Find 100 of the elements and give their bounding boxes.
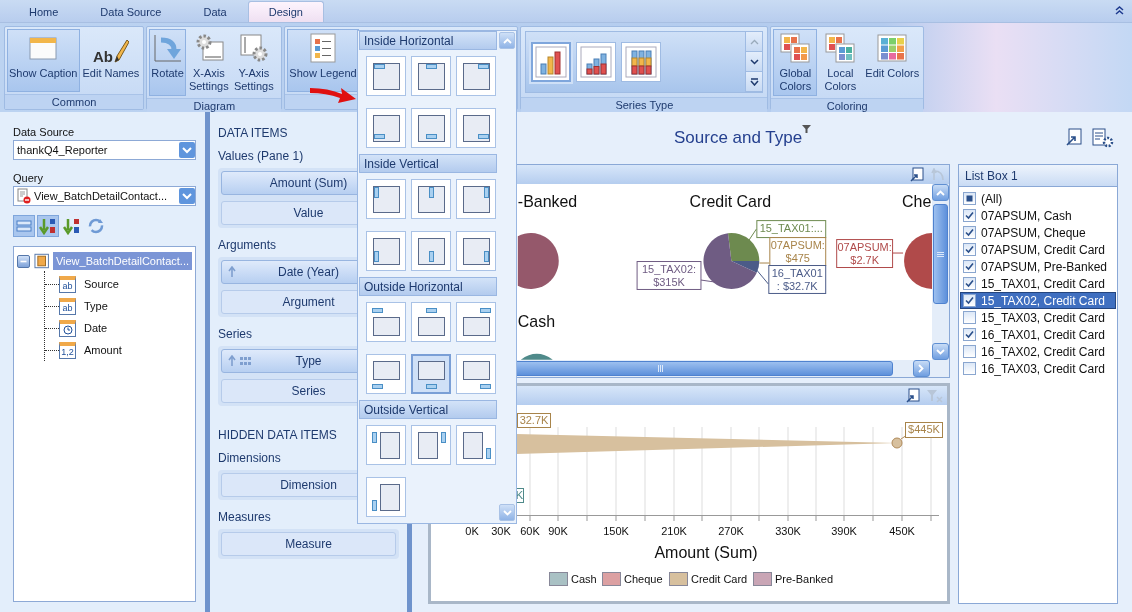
ribbon-tab[interactable]: Data [182,1,248,22]
scroll-up-button[interactable] [932,184,949,201]
settings-icon[interactable] [1092,128,1114,148]
query-select[interactable]: View_BatchDetailContact... [13,186,196,206]
ribbon-button[interactable]: Show Caption [7,29,80,92]
legend-position-icon [371,236,401,266]
checkbox[interactable] [963,192,976,205]
tree-item[interactable]: Date [81,318,111,338]
export-icon[interactable] [910,167,925,182]
group-label: Values (Pane 1) [217,149,305,163]
list-item[interactable]: 16_TAX03, Credit Card [960,360,1116,377]
legend-position-option[interactable] [456,56,496,96]
placeholder-slot[interactable]: Measure [220,532,396,556]
scrollbar-thumb[interactable] [933,204,948,304]
legend-position-option[interactable] [366,302,406,342]
legend-position-option[interactable] [456,302,496,342]
legend-position-option[interactable] [411,425,451,465]
ribbon-button[interactable]: Local Colors [818,29,863,96]
ribbon-tab[interactable]: Data Source [79,1,183,22]
ribbon-button[interactable]: Edit Colors [863,29,922,96]
dropdown-icon [179,142,195,158]
bar-chart-icon [580,46,613,78]
list-item[interactable]: 07APSUM, Cash [960,207,1116,224]
checkbox[interactable] [963,243,976,256]
data-point [891,437,903,449]
chart-type-option[interactable] [576,42,617,82]
ribbon-button[interactable]: Rotate [149,29,186,96]
list-item[interactable]: 07APSUM, Pre-Banked [960,258,1116,275]
legend-position-option[interactable] [411,108,451,148]
tree-item[interactable]: Type [81,296,111,316]
collapse-toggle[interactable] [17,254,30,268]
number-field-icon: 1,2 [59,341,76,359]
checkbox[interactable] [963,362,976,375]
collapse-ribbon-icon[interactable] [1115,6,1124,15]
check-icon [964,210,975,221]
chart-type-option[interactable] [621,42,662,82]
ribbon-button[interactable]: Ab Edit Names [80,29,142,92]
export-icon[interactable] [906,388,921,403]
expand-icon [749,77,759,86]
data-source-select[interactable]: thankQ4_Reporter [13,140,196,160]
legend-position-option[interactable] [411,56,451,96]
legend-position-option[interactable] [411,179,451,219]
legend-position-option[interactable] [366,108,406,148]
toolbar-button[interactable] [37,215,59,237]
checkbox[interactable] [963,226,976,239]
ribbon-button[interactable]: Show Legend [287,29,359,92]
ribbon-tab[interactable]: Home [8,1,80,22]
legend-position-option[interactable] [411,354,451,394]
legend-position-option[interactable] [411,231,451,271]
checkbox[interactable] [963,345,976,358]
bar-chart-icon [625,46,658,78]
more-button[interactable] [746,72,763,92]
list-item[interactable]: 16_TAX01, Credit Card [960,326,1116,343]
group-label: Dimensions [217,451,282,465]
date-field-icon [59,319,76,337]
legend-position-option[interactable] [366,477,406,517]
scroll-right-button[interactable] [913,360,930,377]
checkbox[interactable] [963,328,976,341]
pie-chart [517,233,559,289]
legend-position-option[interactable] [366,354,406,394]
palette-icon [824,32,857,64]
export-icon[interactable] [1066,128,1084,146]
checkbox[interactable] [963,311,976,324]
legend-position-option[interactable] [456,354,496,394]
legend-position-option[interactable] [411,302,451,342]
chart-type-option[interactable] [531,42,572,82]
tick-label: 90K [548,525,568,537]
checkbox[interactable] [963,260,976,273]
checkbox[interactable] [963,209,976,222]
indeterminate-icon [964,193,975,204]
list-item[interactable]: 15_TAX01, Credit Card [960,275,1116,292]
legend-position-option[interactable] [366,56,406,96]
list-item[interactable]: (All) [960,190,1116,207]
legend-position-icon [461,430,491,460]
legend-position-option[interactable] [366,425,406,465]
data-label: 32.7K [517,413,551,428]
checkbox[interactable] [963,294,976,307]
legend-position-option[interactable] [366,179,406,219]
legend-position-option[interactable] [366,231,406,271]
checkbox[interactable] [963,277,976,290]
list-item[interactable]: 16_TAX02, Credit Card [960,343,1116,360]
list-item[interactable]: 07APSUM, Credit Card [960,241,1116,258]
vertical-scrollbar[interactable] [932,184,949,360]
ribbon-tab[interactable]: Design [247,1,324,22]
scroll-down-button[interactable] [932,343,949,360]
legend-position-option[interactable] [456,231,496,271]
ribbon-button[interactable]: Y-Axis Settings [231,29,276,96]
ribbon-button[interactable]: Global Colors [773,29,818,96]
blocked-document-icon [17,188,31,204]
scroll-down-button[interactable] [746,52,763,72]
tree-item[interactable]: Amount [81,340,125,360]
legend-position-option[interactable] [456,108,496,148]
list-item[interactable]: 07APSUM, Cheque [960,224,1116,241]
pie-title: Credit Card [689,193,772,211]
list-item[interactable]: 15_TAX02, Credit Card [960,292,1116,309]
tree-item[interactable]: Source [81,274,122,294]
legend-position-option[interactable] [456,179,496,219]
list-item[interactable]: 15_TAX03, Credit Card [960,309,1116,326]
ribbon-button[interactable]: X-Axis Settings [186,29,231,96]
legend-position-option[interactable] [456,425,496,465]
